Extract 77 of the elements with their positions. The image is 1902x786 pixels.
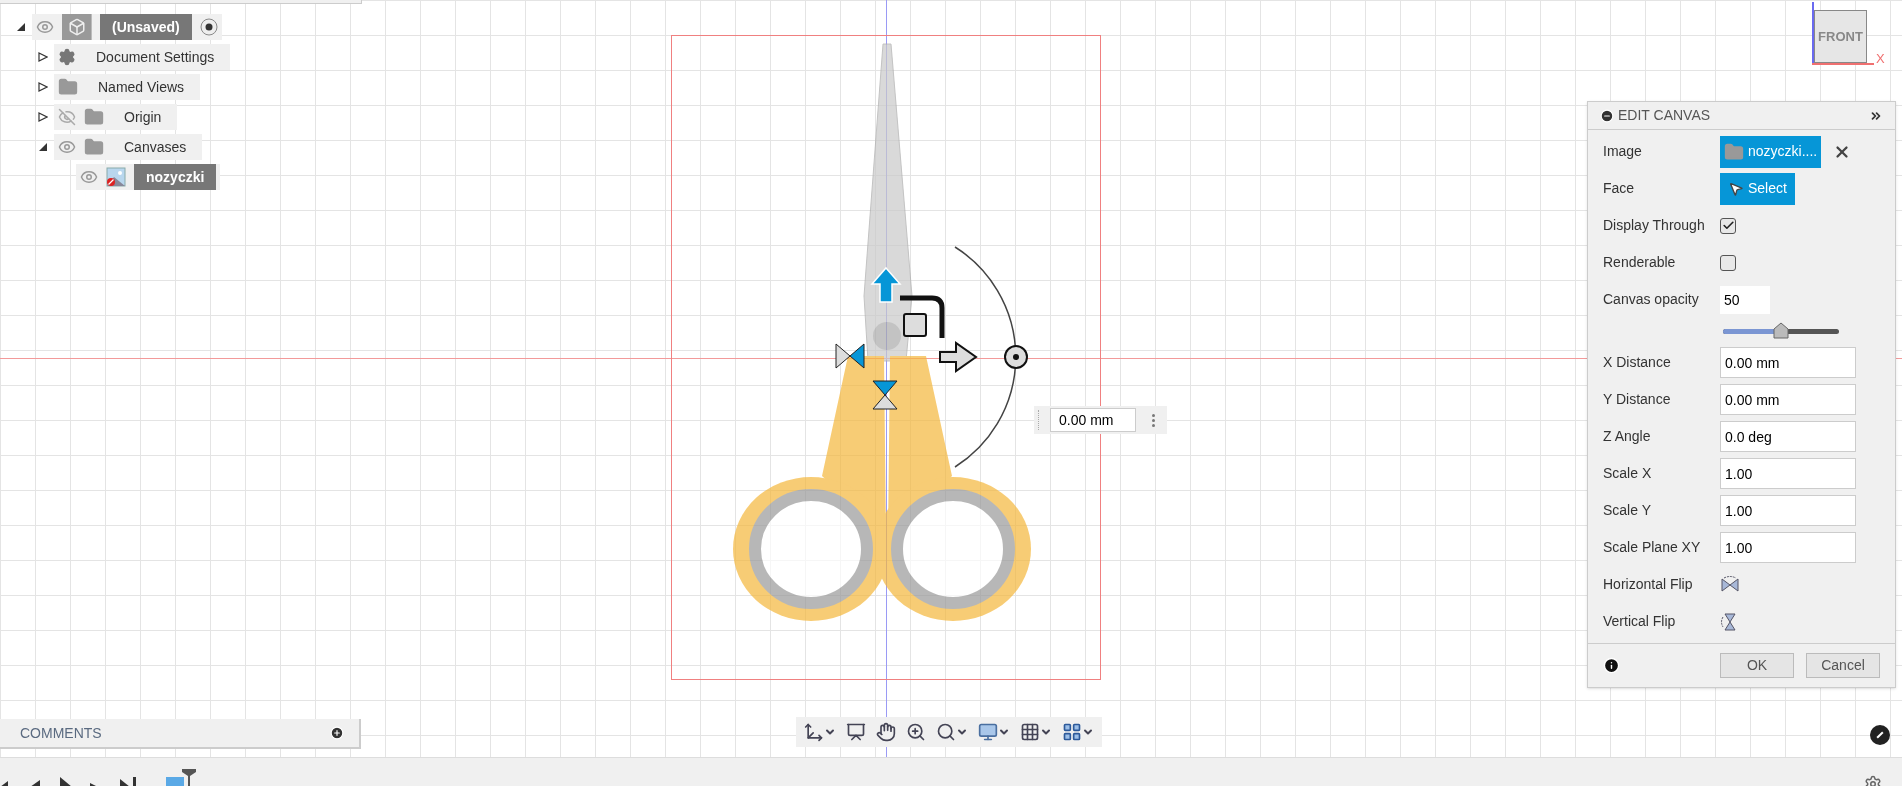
up-arrow-handle[interactable] [870,266,902,303]
expand-triangle-icon[interactable] [38,52,48,62]
cancel-button[interactable]: Cancel [1806,653,1880,678]
folder-icon [1724,141,1744,162]
value-input[interactable]: 1.00 [1720,458,1856,489]
tree-item-label: nozyczki [134,164,217,190]
field-label: Z Angle [1603,427,1652,446]
folder-icon [58,77,78,97]
tree-item[interactable]: Document Settings [54,44,231,70]
vertical-flip-handle[interactable] [872,380,898,410]
horizontal-flip-handle[interactable] [835,343,865,369]
value-input[interactable]: 1.00 [1720,495,1856,526]
tree-item-label: Canvases [123,137,188,157]
field-label: Vertical Flip [1603,612,1677,631]
radio-icon[interactable] [199,18,218,36]
checkbox[interactable] [1720,217,1736,234]
status-icon[interactable] [1870,725,1890,745]
dimension-input[interactable]: 0.00 mm [1050,408,1136,432]
axis-label: X [1876,52,1885,65]
panel-title: EDIT CANVAS [1618,106,1711,125]
field-label: Scale X [1603,464,1653,483]
orbit-icon[interactable] [804,722,824,742]
slider-thumb[interactable] [1773,321,1789,339]
square-handle[interactable] [903,313,927,337]
add-icon[interactable] [330,726,344,740]
field-label: Renderable [1603,253,1677,272]
rotation-arc[interactable] [954,246,1017,468]
tree-item[interactable]: (Unsaved) [32,14,222,40]
plane-move-handle[interactable] [900,295,945,338]
tree-item[interactable]: nozyczki [76,164,221,190]
viewports-icon[interactable] [1062,722,1082,742]
tree-item-label: Origin [123,107,163,127]
value-input[interactable]: 0.00 mm [1720,384,1856,415]
tree-item[interactable]: Canvases [54,134,203,160]
ok-button[interactable]: OK [1720,653,1794,678]
field-label: Scale Y [1603,501,1652,520]
value-input[interactable]: 1.00 [1720,532,1856,563]
field-label: Display Through [1603,216,1706,235]
opacity-input[interactable]: 50 [1720,285,1770,314]
expand-triangle-icon[interactable] [38,112,48,122]
rotate-handle[interactable] [1004,345,1028,369]
pan-icon[interactable] [876,722,896,742]
field-label: Image [1603,142,1643,161]
tree-item[interactable]: Origin [54,104,178,130]
gear-icon [58,48,76,66]
tree-item-label: Named Views [97,77,186,97]
collapse-triangle-icon[interactable] [16,22,26,32]
info-icon[interactable] [1603,657,1620,674]
grid-icon[interactable] [1020,722,1040,742]
comments-title: COMMENTS [20,723,102,743]
field-label: X Distance [1603,353,1672,372]
collapse-triangle-icon[interactable] [38,142,48,152]
value-input[interactable]: 0.0 deg [1720,421,1856,452]
zoom-window-icon[interactable] [936,722,956,742]
folder-icon [84,107,104,127]
value-input[interactable]: 0.00 mm [1720,347,1856,378]
field-label: Horizontal Flip [1603,575,1694,594]
field-label: Scale Plane XY [1603,538,1702,557]
horizontal-flip-icon[interactable] [1720,574,1740,595]
collapse-icon[interactable] [1600,108,1614,123]
cube-icon [67,18,86,36]
tree-item-label: Document Settings [95,47,216,67]
field-label: Y Distance [1603,390,1672,409]
image-icon [106,167,126,187]
tree-item-label: (Unsaved) [100,14,192,40]
tree-item[interactable]: Named Views [54,74,201,100]
monitor-icon[interactable] [978,722,998,742]
field-label: Face [1603,179,1636,198]
expand-triangle-icon[interactable] [38,82,48,92]
field-label: Canvas opacity [1603,290,1700,309]
zoom-icon[interactable] [906,722,926,742]
timeline-marker[interactable] [166,769,196,786]
folder-icon [84,137,104,157]
checkbox[interactable] [1720,254,1736,271]
pointer-icon [1728,180,1744,197]
check-icon [1721,219,1735,232]
right-arrow-handle[interactable] [939,341,978,373]
